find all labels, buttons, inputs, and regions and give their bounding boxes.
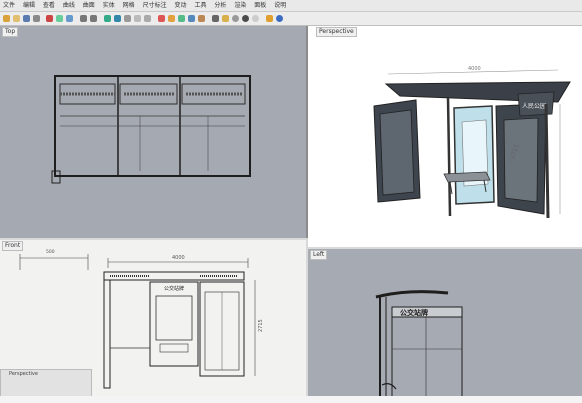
viewport-label-front[interactable]: Front	[2, 241, 24, 251]
left-sign-text: 公交站牌	[400, 308, 428, 317]
select-icon[interactable]	[158, 15, 165, 22]
viewport-label-perspective[interactable]: Perspective	[316, 27, 357, 37]
curve-icon[interactable]	[198, 15, 205, 22]
viewport-perspective[interactable]: Perspective 4000 人民公园 2715	[308, 26, 582, 247]
cad-screen: 文件 编辑 查看 曲线 曲面 实体 网格 尺寸标注 变动 工具 分析 渲染 面板…	[0, 0, 582, 403]
toolbar	[0, 12, 582, 26]
menu-item-file[interactable]: 文件	[3, 0, 15, 11]
menu-item-analyze[interactable]: 分析	[214, 0, 226, 11]
menu-item-help[interactable]: 说明	[274, 0, 286, 11]
dimension-side-label: 2715	[258, 319, 264, 332]
menu-item-curve[interactable]: 曲线	[63, 0, 75, 11]
paste-icon[interactable]	[66, 15, 73, 22]
status-text: Perspective	[9, 371, 38, 377]
print-icon[interactable]	[33, 15, 40, 22]
line-icon[interactable]	[178, 15, 185, 22]
point-icon[interactable]	[168, 15, 175, 22]
menu-bar: 文件 编辑 查看 曲线 曲面 实体 网格 尺寸标注 变动 工具 分析 渲染 面板…	[0, 0, 582, 12]
menu-item-render[interactable]: 渲染	[234, 0, 246, 11]
cut-icon[interactable]	[46, 15, 53, 22]
open-file-icon[interactable]	[13, 15, 20, 22]
new-file-icon[interactable]	[3, 15, 10, 22]
menu-item-surface[interactable]: 曲面	[83, 0, 95, 11]
viewport-label-top[interactable]: Top	[2, 27, 19, 37]
zoom-extents-icon[interactable]	[144, 15, 151, 22]
dimension-width-label: 4000	[468, 66, 481, 72]
undo-icon[interactable]	[80, 15, 87, 22]
perspective-drawing: 4000 人民公园 2715	[373, 66, 571, 219]
rendered-sphere-icon[interactable]	[242, 15, 249, 22]
viewport-top[interactable]: Top	[0, 26, 308, 238]
menu-item-dimension[interactable]: 尺寸标注	[143, 0, 167, 11]
light-icon[interactable]	[222, 15, 229, 22]
menu-item-transform[interactable]: 变动	[175, 0, 187, 11]
copy-icon[interactable]	[56, 15, 63, 22]
redo-icon[interactable]	[90, 15, 97, 22]
menu-item-panels[interactable]: 面板	[254, 0, 266, 11]
menu-item-mesh[interactable]: 网格	[123, 0, 135, 11]
front-panel-text: 公交站牌	[164, 285, 184, 292]
bottom-strip	[0, 396, 582, 403]
zoom-icon[interactable]	[124, 15, 131, 22]
ghosted-sphere-icon[interactable]	[252, 15, 259, 22]
help-icon[interactable]	[276, 15, 283, 22]
layer-icon[interactable]	[212, 15, 219, 22]
viewport-label-left[interactable]: Left	[310, 250, 328, 260]
dimension-left-label: 500	[46, 249, 55, 255]
viewport-left[interactable]: Left 公交站牌	[308, 249, 582, 400]
top-view-drawing	[51, 75, 251, 184]
menu-item-tools[interactable]: 工具	[194, 0, 206, 11]
pan-icon[interactable]	[104, 15, 111, 22]
polyline-icon[interactable]	[188, 15, 195, 22]
perspective-sign-text: 人民公园	[522, 103, 546, 110]
zoom-window-icon[interactable]	[134, 15, 141, 22]
options-icon[interactable]	[266, 15, 273, 22]
menu-item-view[interactable]: 查看	[43, 0, 55, 11]
left-view-drawing: 公交站牌	[375, 290, 463, 400]
rotate-view-icon[interactable]	[114, 15, 121, 22]
save-icon[interactable]	[23, 15, 30, 22]
menu-item-solid[interactable]: 实体	[103, 0, 115, 11]
shaded-sphere-icon[interactable]	[232, 15, 239, 22]
dimension-top-label: 4000	[172, 255, 185, 261]
menu-item-edit[interactable]: 编辑	[23, 0, 35, 11]
